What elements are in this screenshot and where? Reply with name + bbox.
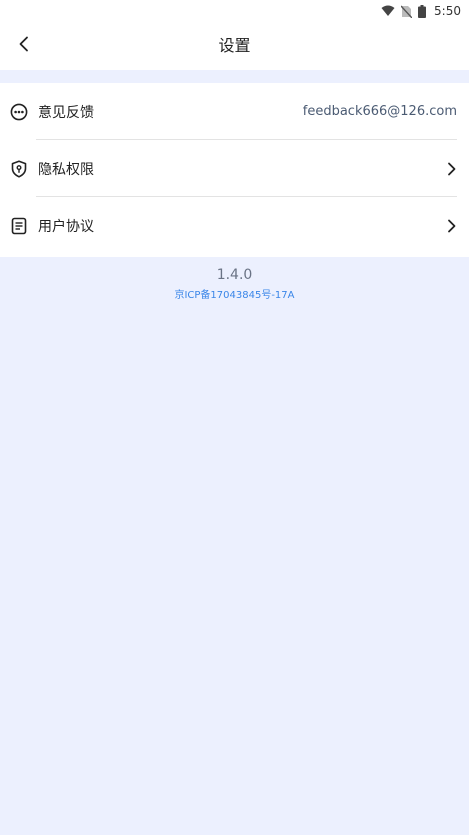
feedback-email: feedback666@126.com [302, 104, 457, 119]
back-button[interactable] [10, 34, 38, 58]
status-time: 5:50 [434, 4, 461, 18]
battery-icon [418, 4, 427, 18]
shield-icon [10, 159, 28, 178]
settings-item-privacy[interactable]: 隐私权限 [0, 140, 469, 197]
app-bar: 设置 [0, 22, 469, 70]
document-icon [10, 217, 28, 235]
settings-item-label: 隐私权限 [38, 161, 94, 178]
status-bar: 5:50 [0, 0, 469, 22]
page-title: 设置 [218, 36, 251, 55]
no-sim-icon [401, 5, 413, 18]
settings-item-agreement[interactable]: 用户协议 [0, 197, 469, 254]
wifi-icon [381, 5, 395, 17]
app-version: 1.4.0 [216, 267, 253, 283]
icp-license-link[interactable]: 京ICP备17043845号-17A [0, 288, 469, 304]
chevron-left-icon [18, 36, 30, 56]
settings-item-label: 意见反馈 [38, 104, 94, 121]
settings-item-label: 用户协议 [38, 218, 94, 235]
settings-list: 意见反馈 feedback666@126.com 隐私权限 用户协议 [0, 83, 469, 257]
chevron-right-icon [447, 162, 457, 176]
footer: 1.4.0 京ICP备17043845号-17A [0, 262, 469, 304]
chat-bubble-icon [10, 103, 28, 121]
settings-item-feedback[interactable]: 意见反馈 feedback666@126.com [0, 83, 469, 140]
chevron-right-icon [447, 219, 457, 233]
